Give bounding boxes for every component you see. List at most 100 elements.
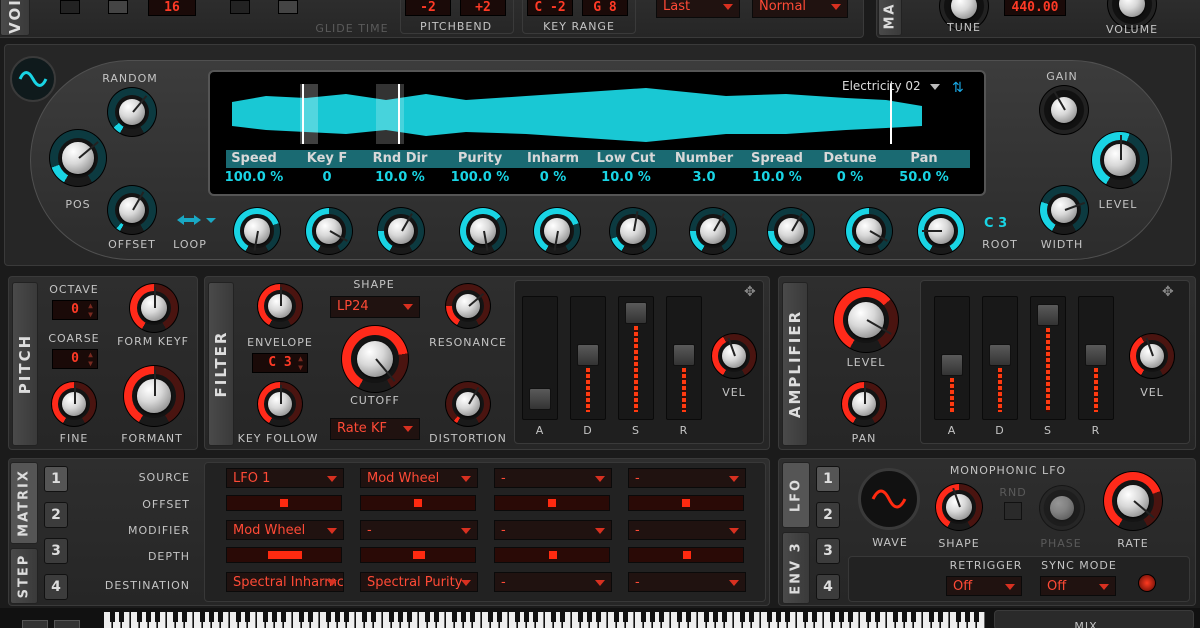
black-key[interactable] bbox=[209, 612, 214, 622]
matrix-destination-1[interactable]: Spectral Inharmc bbox=[226, 572, 344, 592]
toggle-3[interactable] bbox=[230, 0, 250, 14]
level-knob[interactable] bbox=[1092, 132, 1148, 188]
black-key[interactable] bbox=[641, 612, 646, 622]
black-key[interactable] bbox=[713, 612, 718, 622]
tab-lfo[interactable]: LFO bbox=[782, 462, 810, 528]
key-range-high[interactable]: G 8 bbox=[582, 0, 628, 16]
matrix-destination-4[interactable]: - bbox=[628, 572, 746, 592]
black-key[interactable] bbox=[524, 612, 529, 622]
param-knob-6[interactable] bbox=[690, 208, 736, 254]
black-key[interactable] bbox=[335, 612, 340, 622]
black-key[interactable] bbox=[371, 612, 376, 622]
matrix-page-4[interactable]: 4 bbox=[44, 574, 68, 600]
black-key[interactable] bbox=[866, 612, 871, 622]
black-key[interactable] bbox=[929, 612, 934, 622]
toggle-1[interactable] bbox=[60, 0, 80, 14]
rnd-toggle[interactable] bbox=[1004, 502, 1022, 520]
distortion-knob[interactable] bbox=[446, 382, 490, 426]
width-knob[interactable] bbox=[1040, 186, 1088, 234]
black-key[interactable] bbox=[839, 612, 844, 622]
filter-fader-a[interactable] bbox=[529, 388, 551, 410]
lfo-page-4[interactable]: 4 bbox=[816, 574, 840, 600]
black-key[interactable] bbox=[749, 612, 754, 622]
matrix-modifier-3[interactable]: - bbox=[494, 520, 612, 540]
black-key[interactable] bbox=[110, 612, 115, 622]
param-knob-5[interactable] bbox=[610, 208, 656, 254]
black-key[interactable] bbox=[965, 612, 970, 622]
black-key[interactable] bbox=[434, 612, 439, 622]
matrix-source-3[interactable]: - bbox=[494, 468, 612, 488]
param-knob-8[interactable] bbox=[846, 208, 892, 254]
formant-knob[interactable] bbox=[124, 366, 184, 426]
param-value-8[interactable]: 0 % bbox=[810, 170, 890, 185]
amplifier-fader-d[interactable] bbox=[989, 344, 1011, 366]
black-key[interactable] bbox=[704, 612, 709, 622]
osc-type-button[interactable] bbox=[10, 56, 56, 102]
param-value-3[interactable]: 100.0 % bbox=[440, 170, 520, 185]
filter-tab[interactable]: FILTER bbox=[208, 282, 234, 446]
wave-button[interactable] bbox=[858, 468, 920, 530]
param-knob-0[interactable] bbox=[234, 208, 280, 254]
matrix-modifier-4[interactable]: - bbox=[628, 520, 746, 540]
key-follow-knob[interactable] bbox=[258, 382, 302, 426]
black-key[interactable] bbox=[497, 612, 502, 622]
move-icon[interactable]: ✥ bbox=[744, 284, 756, 300]
form-keyf-knob[interactable] bbox=[130, 284, 178, 332]
lfo-shape-knob[interactable] bbox=[936, 484, 982, 530]
chevron-down-icon[interactable] bbox=[930, 84, 940, 90]
phase-knob[interactable] bbox=[1040, 486, 1084, 530]
param-knob-2[interactable] bbox=[378, 208, 424, 254]
black-key[interactable] bbox=[902, 612, 907, 622]
black-key[interactable] bbox=[281, 612, 286, 622]
retrigger-select[interactable]: Off bbox=[946, 576, 1022, 596]
pitch-tab[interactable]: PITCH bbox=[12, 282, 38, 446]
black-key[interactable] bbox=[407, 612, 412, 622]
matrix-page-2[interactable]: 2 bbox=[44, 502, 68, 528]
loop-button[interactable] bbox=[174, 210, 218, 230]
matrix-depth-1[interactable] bbox=[226, 547, 342, 563]
matrix-page-3[interactable]: 3 bbox=[44, 538, 68, 564]
amplifier-tab[interactable]: AMPLIFIER bbox=[782, 282, 808, 446]
black-key[interactable] bbox=[362, 612, 367, 622]
filter-fader-s[interactable] bbox=[625, 302, 647, 324]
black-key[interactable] bbox=[263, 612, 268, 622]
black-key[interactable] bbox=[740, 612, 745, 622]
mode-select[interactable]: Normal bbox=[752, 0, 848, 18]
black-key[interactable] bbox=[974, 612, 979, 622]
amplifier-fader-s[interactable] bbox=[1037, 304, 1059, 326]
priority-select[interactable]: Last bbox=[656, 0, 740, 18]
black-key[interactable] bbox=[515, 612, 520, 622]
pos-knob[interactable] bbox=[50, 130, 106, 186]
amp-level-knob[interactable] bbox=[834, 288, 898, 352]
black-key[interactable] bbox=[425, 612, 430, 622]
matrix-page-1[interactable]: 1 bbox=[44, 466, 68, 492]
filter-fader-d[interactable] bbox=[577, 344, 599, 366]
filter-fader-r[interactable] bbox=[673, 344, 695, 366]
lfo-page-3[interactable]: 3 bbox=[816, 538, 840, 564]
black-key[interactable] bbox=[146, 612, 151, 622]
tab-matrix[interactable]: MATRIX bbox=[10, 462, 38, 544]
black-key[interactable] bbox=[767, 612, 772, 622]
filter-mode-select[interactable]: Rate KF bbox=[330, 418, 420, 440]
octave-display[interactable]: 0 ▲ ▼ bbox=[52, 300, 98, 320]
black-key[interactable] bbox=[659, 612, 664, 622]
black-key[interactable] bbox=[218, 612, 223, 622]
lfo-rate-knob[interactable] bbox=[1104, 472, 1162, 530]
sync-mode-select[interactable]: Off bbox=[1040, 576, 1116, 596]
black-key[interactable] bbox=[587, 612, 592, 622]
param-knob-1[interactable] bbox=[306, 208, 352, 254]
matrix-destination-3[interactable]: - bbox=[494, 572, 612, 592]
gain-knob[interactable] bbox=[1040, 86, 1088, 134]
black-key[interactable] bbox=[776, 612, 781, 622]
pitchbend-down[interactable]: -2 bbox=[405, 0, 451, 16]
black-key[interactable] bbox=[911, 612, 916, 622]
envelope-display[interactable]: C 3 ▲ ▼ bbox=[252, 353, 308, 373]
matrix-source-4[interactable]: - bbox=[628, 468, 746, 488]
cutoff-knob[interactable] bbox=[342, 326, 408, 392]
black-key[interactable] bbox=[578, 612, 583, 622]
matrix-depth-2[interactable] bbox=[360, 547, 476, 563]
key-range-low[interactable]: C -2 bbox=[527, 0, 573, 16]
tune-display[interactable]: 440.00 bbox=[1004, 0, 1066, 16]
black-key[interactable] bbox=[272, 612, 277, 622]
matrix-source-1[interactable]: LFO 1 bbox=[226, 468, 344, 488]
